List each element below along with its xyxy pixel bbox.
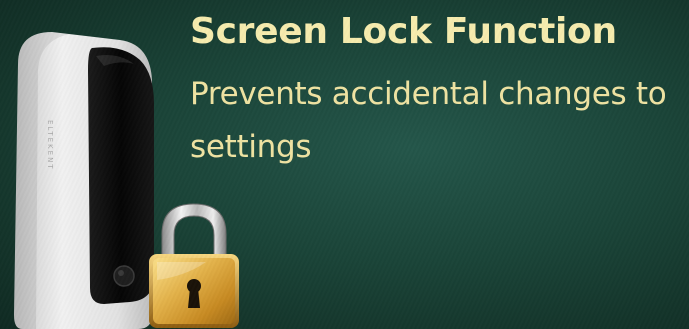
slide-subtitle: Prevents accidental changes to settings bbox=[190, 76, 667, 165]
slide-title: Screen Lock Function bbox=[190, 11, 617, 52]
slide: ELTEKENT Screen Lock Function Prevents a… bbox=[0, 0, 689, 329]
device-brand-text: ELTEKENT bbox=[46, 120, 54, 171]
padlock-icon bbox=[149, 203, 239, 328]
